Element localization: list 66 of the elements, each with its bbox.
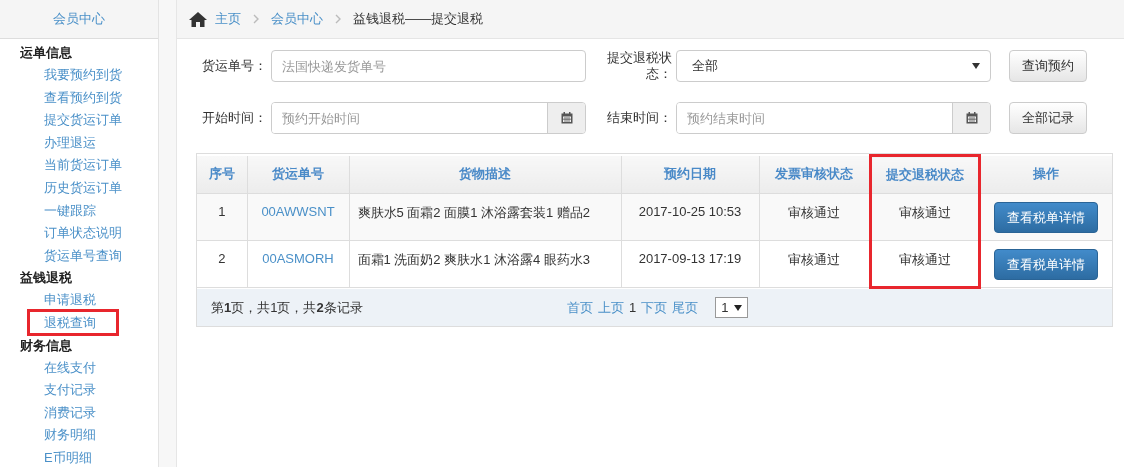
column-header: 序号	[197, 155, 247, 194]
column-header: 预约日期	[621, 155, 759, 194]
sidebar-item[interactable]: 历史货运订单	[44, 179, 122, 195]
menu-group-title: 财务信息	[19, 336, 73, 355]
sidebar-item[interactable]: 提交货运订单	[44, 112, 122, 128]
sidebar-item[interactable]: 财务明细	[44, 427, 96, 443]
field-label: 开始时间：	[201, 110, 267, 126]
page-link[interactable]: 下页	[641, 298, 668, 317]
field-label: 货运单号：	[201, 58, 267, 74]
sidebar-item[interactable]: 申请退税	[44, 292, 96, 308]
sidebar-item[interactable]: 我要预约到货	[44, 67, 122, 82]
table-cell: 2	[197, 240, 247, 288]
view-details-button[interactable]: 查看税单详情	[994, 249, 1099, 280]
table-cell: 审核通过	[759, 193, 870, 241]
view-details-button[interactable]: 查看税单详情	[994, 202, 1099, 233]
sidebar-item[interactable]: 消费记录	[44, 404, 96, 420]
query-button[interactable]: 查询预约	[1009, 50, 1087, 82]
sidebar-item[interactable]: 订单状态说明	[44, 225, 122, 241]
sidebar-item[interactable]: 支付记录	[44, 382, 96, 398]
sidebar-item[interactable]: 在线支付	[44, 359, 96, 375]
page-info: 第1页，共1页，共2条记录	[211, 298, 364, 317]
column-header: 发票审核状态	[759, 155, 870, 194]
dropdown-arrow-icon	[734, 304, 743, 311]
chevron-icon	[253, 14, 259, 24]
chevron-icon	[335, 14, 341, 24]
menu-group-title: 益钱退税	[19, 269, 73, 288]
start-date-field[interactable]: 预约开始时间	[271, 102, 586, 134]
table-cell: 面霜1 洗面奶2 爽肤水1 沐浴露4 眼药水3	[349, 240, 621, 288]
column-header: 货物描述	[349, 155, 621, 194]
page-select[interactable]: 1	[715, 297, 749, 318]
page-link[interactable]: 首页	[567, 298, 593, 317]
calendar-icon	[965, 112, 978, 124]
menu-group-title: 运单信息	[19, 44, 73, 62]
sidebar-item[interactable]: 一键跟踪	[44, 202, 96, 218]
field-label: 提交退税状态：	[606, 50, 672, 82]
end-date-field[interactable]: 预约结束时间	[676, 102, 991, 134]
table-cell: 1	[197, 193, 247, 241]
column-header: 货运单号	[247, 155, 349, 194]
sidebar-item[interactable]: 退税查询	[44, 314, 96, 330]
calendar-icon	[560, 112, 573, 124]
table-cell: 审核通过	[870, 193, 979, 241]
waybill-link[interactable]: 00AWWSNT	[261, 204, 335, 219]
table-cell: 2017-09-13 17:19	[621, 240, 759, 288]
sidebar-item[interactable]: 货运单号查询	[44, 247, 122, 263]
sidebar-title: 会员中心	[0, 0, 158, 39]
all-records-button[interactable]: 全部记录	[1009, 102, 1087, 134]
waybill-link[interactable]: 00ASMORH	[262, 251, 334, 266]
column-header: 提交退税状态	[870, 155, 979, 194]
home-icon	[189, 11, 207, 27]
status-select[interactable]: 全部	[676, 50, 991, 82]
column-header: 操作	[979, 155, 1112, 194]
page-link[interactable]: 尾页	[672, 298, 699, 317]
page-link[interactable]: 上页	[598, 298, 624, 317]
dropdown-arrow-icon	[972, 63, 980, 69]
breadcrumb-link[interactable]: 主页	[215, 10, 241, 28]
sidebar-item[interactable]: 查看预约到货	[44, 89, 122, 105]
table-cell: 2017-10-25 10:53	[621, 193, 759, 241]
table-cell: 爽肤水5 面霜2 面膜1 沐浴露套装1 赠品2	[349, 193, 621, 241]
current-page: 1	[629, 300, 637, 315]
waybill-input[interactable]: 法国快递发货单号	[271, 50, 586, 82]
sidebar-item[interactable]: 办理退运	[44, 134, 96, 150]
field-label: 结束时间：	[606, 110, 672, 126]
sidebar-item[interactable]: E币明细	[44, 449, 92, 465]
breadcrumb-link[interactable]: 会员中心	[271, 10, 323, 28]
sidebar-item[interactable]: 当前货运订单	[44, 157, 122, 173]
breadcrumb-current: 益钱退税——提交退税	[353, 10, 483, 28]
